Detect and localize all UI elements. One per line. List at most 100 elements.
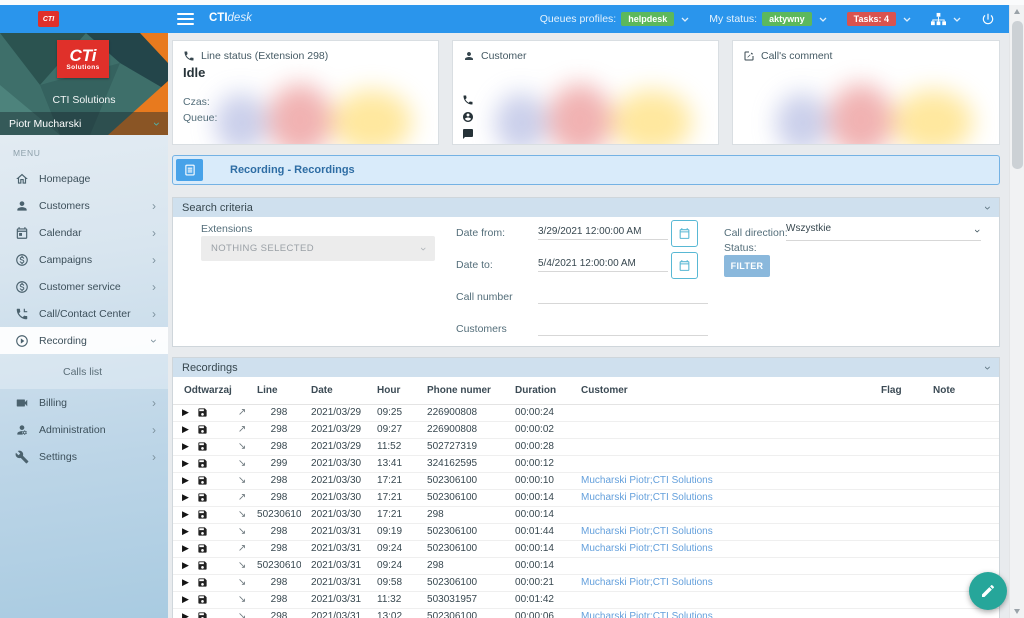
play-button[interactable]: ▶ [182, 475, 189, 485]
play-button[interactable]: ▶ [182, 492, 189, 502]
power-icon[interactable] [981, 12, 995, 26]
col-customer[interactable]: Customer [575, 377, 874, 405]
save-icon[interactable] [197, 441, 208, 452]
inbound-call-arrow-icon: ↘ [237, 577, 247, 588]
customers-input[interactable] [538, 320, 708, 336]
cell-customer[interactable]: Mucharski Piotr;CTI Solutions [575, 539, 874, 557]
sidebar-item-calendar[interactable]: Calendar › [0, 219, 168, 246]
filter-button[interactable]: FILTER [724, 255, 770, 277]
breadcrumb-text: Recording - Recordings [230, 164, 355, 176]
my-status-badge[interactable]: aktywny [762, 12, 812, 26]
col-duration: Duration [505, 377, 576, 405]
sidebar-item-customer-service[interactable]: Customer service › [0, 273, 168, 300]
person-icon [465, 52, 473, 60]
cell-date: 2021/03/31 [301, 573, 374, 591]
play-button[interactable]: ▶ [182, 577, 189, 587]
save-icon[interactable] [197, 509, 208, 520]
save-icon[interactable] [197, 543, 208, 554]
collapse-chevron-icon[interactable]: › [981, 206, 995, 210]
cell-customer[interactable]: Mucharski Piotr;CTI Solutions [575, 522, 874, 540]
cell-customer[interactable]: Mucharski Piotr;CTI Solutions [575, 488, 874, 506]
save-icon[interactable] [197, 492, 208, 503]
sidebar-item-customers[interactable]: Customers › [0, 192, 168, 219]
call-number-input[interactable] [538, 288, 708, 304]
scrollbar-thumb[interactable] [1012, 21, 1023, 169]
sidebar-item-calls-list[interactable]: Calls list [0, 358, 168, 385]
sidebar-item-recording[interactable]: Recording › [0, 327, 168, 354]
save-icon[interactable] [197, 577, 208, 588]
play-button[interactable]: ▶ [182, 441, 189, 451]
cell-customer[interactable]: Mucharski Piotr;CTI Solutions [575, 471, 874, 489]
chevron-down-icon[interactable] [953, 17, 961, 22]
sidebar-item-settings[interactable]: Settings › [0, 443, 168, 470]
customers-icon [14, 198, 29, 213]
play-button[interactable]: ▶ [182, 611, 189, 618]
sidebar-item-homepage[interactable]: Homepage [0, 165, 168, 192]
sidebar-item-label: Billing [39, 396, 68, 409]
date-to-calendar-button[interactable] [671, 252, 698, 279]
settings-icon [14, 449, 29, 464]
app-title: CTIdesk [209, 12, 252, 24]
save-icon[interactable] [197, 424, 208, 435]
play-button[interactable]: ▶ [182, 594, 189, 604]
play-button[interactable]: ▶ [182, 560, 189, 570]
sidebar-item-billing[interactable]: Billing › [0, 389, 168, 416]
menu-toggle-icon[interactable] [177, 13, 194, 25]
chevron-down-icon[interactable] [819, 17, 827, 22]
edit-fab-button[interactable] [969, 572, 1007, 610]
inbound-call-arrow-icon: ↘ [237, 509, 247, 520]
recording-row: ▶ ↗ 298 2021/03/31 09:24 502306100 00:00:14 Muc… [173, 539, 999, 557]
cell-flag [873, 437, 934, 455]
date-to-input[interactable] [538, 256, 668, 272]
save-icon[interactable] [197, 526, 208, 537]
play-button[interactable]: ▶ [182, 424, 189, 434]
sidebar-item-call-contact-center[interactable]: Call/Contact Center › [0, 300, 168, 327]
sitemap-icon[interactable] [931, 12, 946, 27]
cell-hour: 17:21 [373, 471, 420, 489]
scroll-down-arrow[interactable] [1014, 609, 1020, 614]
cell-phone: 502727319 [419, 437, 506, 455]
save-icon[interactable] [197, 560, 208, 571]
scroll-up-arrow[interactable] [1014, 9, 1020, 14]
page-scrollbar[interactable] [1009, 5, 1024, 618]
company-name: CTI Solutions [52, 94, 116, 106]
sidebar-item-campaigns[interactable]: Campaigns › [0, 246, 168, 273]
cell-phone: 226900808 [427, 407, 478, 418]
search-criteria-header[interactable]: Search criteria › [173, 198, 999, 217]
queues-profile-badge[interactable]: helpdesk [621, 12, 675, 26]
cell-flag [873, 505, 934, 523]
call-direction-select[interactable]: Wszystkie › [786, 223, 983, 241]
save-icon[interactable] [197, 458, 208, 469]
play-button[interactable]: ▶ [182, 458, 189, 468]
recordings-header[interactable]: Recordings › [173, 358, 999, 377]
sidebar-item-administration[interactable]: Administration › [0, 416, 168, 443]
status-label: Status: [724, 242, 757, 254]
save-icon[interactable] [197, 611, 208, 618]
extensions-select[interactable]: NOTHING SELECTED › [201, 236, 435, 261]
cell-customer[interactable]: Mucharski Piotr;CTI Solutions [575, 573, 874, 591]
user-menu[interactable]: Piotr Mucharski › [0, 112, 168, 135]
tasks-badge[interactable]: Tasks: 4 [846, 12, 896, 26]
date-from-input[interactable] [538, 224, 668, 240]
play-button[interactable]: ▶ [182, 509, 189, 519]
cell-hour: 09:27 [373, 420, 420, 438]
chevron-down-icon[interactable] [903, 17, 911, 22]
cell-duration: 00:00:28 [505, 437, 576, 455]
sidebar-item-label: Campaigns [39, 253, 93, 266]
play-button[interactable]: ▶ [182, 407, 189, 417]
chevron-down-icon[interactable] [681, 17, 689, 22]
play-button[interactable]: ▶ [182, 526, 189, 536]
date-from-calendar-button[interactable] [671, 220, 698, 247]
collapse-chevron-icon[interactable]: › [981, 366, 995, 370]
save-icon[interactable] [197, 594, 208, 605]
cell-note [933, 420, 999, 438]
save-icon[interactable] [197, 407, 208, 418]
recording-row: ▶ ↘ 5023061002021/03/3017:2129800:00:14 [173, 505, 999, 523]
cell-customer [575, 454, 874, 472]
cell-line: 298 [257, 471, 302, 489]
cell-customer[interactable]: Mucharski Piotr;CTI Solutions [575, 607, 874, 618]
play-button[interactable]: ▶ [182, 543, 189, 553]
cell-duration: 00:01:42 [505, 590, 576, 608]
save-icon[interactable] [197, 475, 208, 486]
customer-title: Customer [481, 50, 527, 62]
